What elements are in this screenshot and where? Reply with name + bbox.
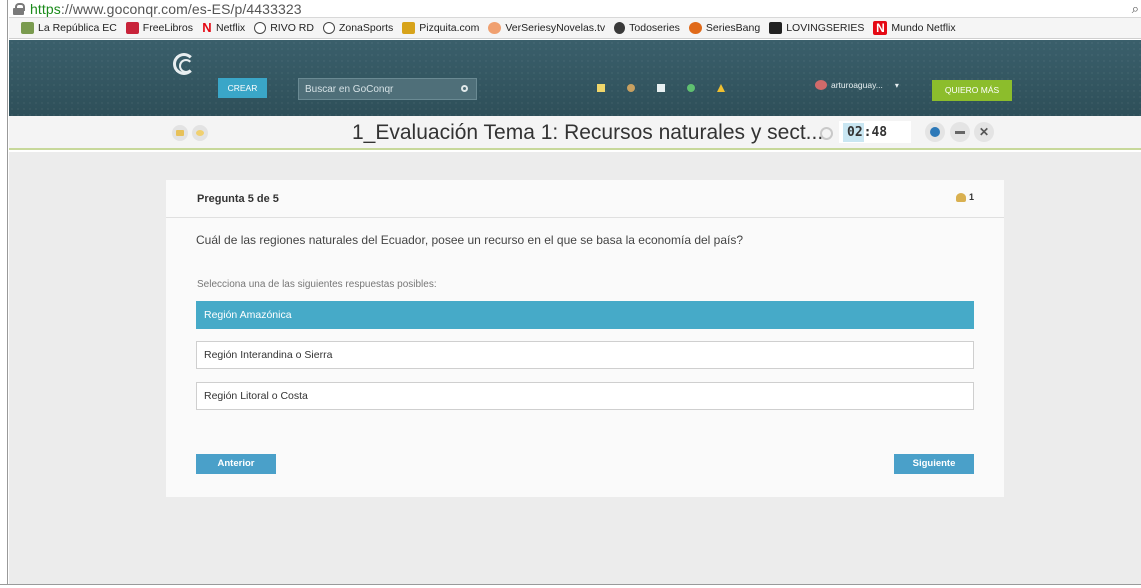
todoseries-icon (614, 22, 626, 34)
bookmark-netflix[interactable]: N Netflix (202, 20, 246, 35)
minimize-button[interactable] (950, 122, 970, 142)
notifications-bell-icon[interactable] (717, 84, 725, 92)
question-card: Pregunta 5 de 5 1 Cuál de las regiones n… (166, 180, 1004, 497)
participants-value: 1 (968, 192, 974, 202)
bookmark-label: FreeLibros (142, 22, 193, 34)
bookmarks-bar: La República EC FreeLibros N Netflix RIVO… (9, 18, 1141, 39)
question-counter: Pregunta 5 de 5 (197, 193, 279, 205)
previous-button[interactable]: Anterior (196, 454, 276, 474)
quiz-title-bar: 1_Evaluación Tema 1: Recursos naturales … (9, 116, 1141, 150)
search-input[interactable] (305, 79, 455, 99)
netflix-icon: N (873, 21, 888, 35)
quiz-timer: 02:48 (839, 121, 911, 143)
address-bar[interactable]: https://www.goconqr.com/es-ES/p/4433323 … (9, 0, 1141, 18)
goconqr-logo-icon[interactable] (173, 53, 195, 75)
people-icon (955, 192, 966, 202)
bookmark-la-republica[interactable]: La República EC (21, 22, 117, 34)
answer-hint: Selecciona una de las siguientes respues… (197, 279, 437, 290)
bookmark-label: VerSeriesyNovelas.tv (505, 22, 606, 34)
ball-icon (254, 22, 267, 34)
search-icon[interactable] (461, 85, 468, 92)
bookmark-seriesbang[interactable]: SeriesBang (688, 22, 761, 34)
quiz-title: 1_Evaluación Tema 1: Recursos naturales … (352, 121, 824, 144)
username: arturoaguay... (831, 80, 883, 90)
answer-option[interactable]: Región Amazónica (196, 301, 974, 329)
book-icon (125, 22, 139, 34)
lovingseries-icon (769, 22, 783, 34)
bookmark-todoseries[interactable]: Todoseries (614, 22, 680, 34)
upgrade-button[interactable]: QUIERO MÁS (932, 80, 1012, 101)
url-text[interactable]: https://www.goconqr.com/es-ES/p/4433323 (30, 1, 302, 17)
bookmark-pizquita[interactable]: Pizquita.com (402, 22, 479, 34)
bookmark-label: ZonaSports (338, 22, 394, 34)
ball-icon (322, 22, 335, 34)
vs-icon (488, 22, 502, 34)
bookmark-mundo-netflix[interactable]: N Mundo Netflix (873, 21, 956, 35)
bookmark-label: Pizquita.com (419, 22, 480, 34)
bookmark-freelibros[interactable]: FreeLibros (125, 22, 193, 34)
bookmark-label: LOVINGSERIES (786, 22, 865, 34)
main-content: Pregunta 5 de 5 1 Cuál de las regiones n… (9, 152, 1141, 584)
bookmark-lovingseries[interactable]: LOVINGSERIES (769, 22, 864, 34)
avatar (815, 80, 827, 90)
user-menu[interactable]: arturoaguay... ▾ (815, 80, 899, 90)
groups-icon[interactable] (627, 84, 635, 92)
notes-icon[interactable] (172, 125, 188, 141)
pizza-icon (402, 22, 416, 34)
netflix-icon: N (202, 20, 212, 35)
url-scheme: https (30, 0, 61, 17)
answer-option[interactable]: Región Litoral o Costa (196, 382, 974, 410)
url-path: ://www.goconqr.com/es-ES/p/4433323 (60, 0, 302, 17)
close-button[interactable]: ✕ (974, 122, 994, 142)
bookmark-label: SeriesBang (705, 22, 761, 34)
header-nav-icons (597, 84, 747, 92)
window-frame-bottom (0, 584, 1141, 588)
bookmark-label: La República EC (38, 22, 117, 34)
seriesbang-icon (688, 22, 702, 34)
add-icon[interactable] (687, 84, 695, 92)
bookmark-rivo-rd[interactable]: RIVO RD (254, 22, 314, 34)
comments-icon[interactable] (192, 125, 208, 141)
participants-count: 1 (955, 192, 974, 202)
chevron-down-icon: ▾ (894, 80, 899, 90)
zoom-icon[interactable]: ⌕ (1132, 1, 1139, 17)
window-frame-left (0, 0, 8, 588)
lock-icon (13, 2, 25, 15)
bookmark-label: Netflix (216, 22, 246, 34)
bookmark-label: Todoseries (629, 22, 680, 34)
bookmark-label: Mundo Netflix (891, 22, 956, 34)
create-button[interactable]: CREAR (218, 78, 267, 98)
bookmark-zonasports[interactable]: ZonaSports (322, 22, 394, 34)
answer-option[interactable]: Región Interandina o Sierra (196, 341, 974, 369)
question-text: Cuál de las regiones naturales del Ecuad… (196, 233, 744, 247)
notes-icon[interactable] (597, 84, 605, 92)
timer-minutes: 02 (843, 122, 864, 142)
search-box (298, 78, 477, 100)
bookmark-label: RIVO RD (270, 22, 314, 34)
timer-seconds: :48 (863, 124, 888, 140)
messages-icon[interactable] (657, 84, 665, 92)
app-header: CREAR arturoaguay... ▾ QUIERO MÁS (9, 40, 1141, 116)
flag-icon (21, 22, 34, 34)
bookmark-verseriesynovelas[interactable]: VerSeriesyNovelas.tv (488, 22, 605, 34)
clock-icon (820, 127, 833, 140)
info-button[interactable] (925, 122, 945, 142)
next-button[interactable]: Siguiente (894, 454, 974, 474)
